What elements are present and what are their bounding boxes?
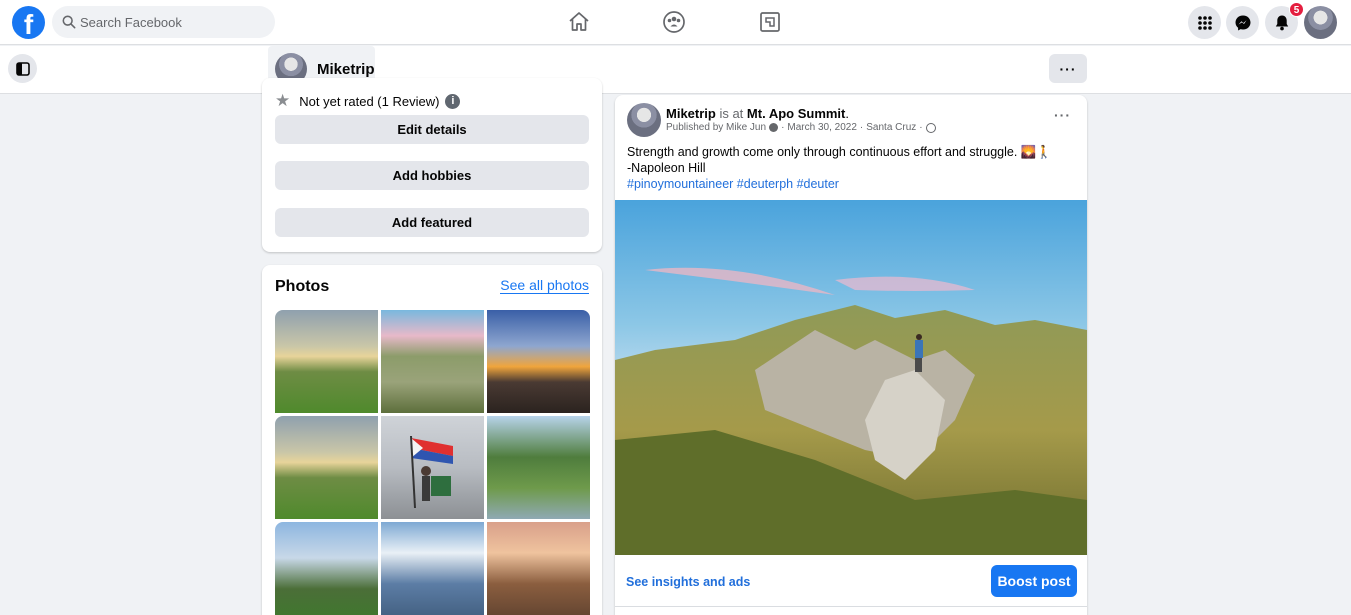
more-options-button[interactable]: ···	[1049, 54, 1087, 83]
page-header-bar: Miketrip ···	[0, 46, 1351, 94]
user-icon	[769, 123, 779, 132]
post-header: Miketrip is at Mt. Apo Summit.	[666, 106, 849, 121]
post-date[interactable]: March 30, 2022	[787, 122, 857, 133]
boost-post-button[interactable]: Boost post	[991, 565, 1077, 597]
photos-heading: Photos	[275, 278, 330, 295]
photo-thumbnail[interactable]	[381, 310, 484, 413]
intro-card: ★ Not yet rated (1 Review) i Edit detail…	[262, 78, 602, 252]
search-input[interactable]: Search Facebook	[52, 6, 275, 38]
published-by: Published by Mike Jun	[666, 122, 767, 133]
menu-button[interactable]	[1188, 6, 1221, 39]
post-author-name[interactable]: Miketrip	[666, 106, 716, 121]
photo-thumbnail[interactable]	[487, 416, 590, 519]
post-place: Santa Cruz	[866, 122, 917, 133]
home-icon[interactable]	[567, 10, 591, 34]
post-location[interactable]: Mt. Apo Summit	[747, 106, 845, 121]
photos-card: Photos See all photos	[262, 265, 602, 615]
messenger-button[interactable]	[1226, 6, 1259, 39]
grid-menu-icon	[1197, 15, 1212, 30]
page-rating: ★ Not yet rated (1 Review) i	[275, 91, 461, 111]
add-hobbies-button[interactable]: Add hobbies	[275, 161, 589, 190]
post-meta: Published by Mike Jun · March 30, 2022 ·…	[666, 122, 936, 133]
post-is-at: is at	[715, 106, 747, 121]
star-icon: ★	[275, 91, 291, 110]
photo-thumbnail[interactable]	[275, 522, 378, 615]
messenger-icon	[1235, 15, 1250, 30]
see-insights-link[interactable]: See insights and ads	[626, 575, 750, 589]
info-icon[interactable]: i	[445, 93, 461, 109]
bell-icon	[1275, 15, 1288, 31]
photo-thumbnail[interactable]	[487, 310, 590, 413]
sidebar-panel-icon	[15, 61, 30, 76]
post-photo[interactable]	[615, 200, 1087, 555]
globe-icon	[925, 122, 936, 133]
edit-details-button[interactable]: Edit details	[275, 115, 589, 144]
photo-thumbnail[interactable]	[275, 310, 378, 413]
post-hashtags[interactable]: #pinoymountaineer #deuterph #deuter	[627, 176, 1052, 192]
photo-thumbnail[interactable]	[381, 522, 484, 615]
pages-icon[interactable]	[758, 10, 782, 34]
post-text-line: -Napoleon Hill	[627, 161, 706, 175]
search-placeholder: Search Facebook	[80, 15, 182, 30]
facebook-logo-icon[interactable]: f	[12, 6, 45, 39]
photo-thumbnail[interactable]	[381, 416, 484, 519]
top-navigation-bar: f Search Facebook 5	[0, 0, 1351, 45]
notification-badge: 5	[1289, 2, 1304, 17]
see-all-photos-link[interactable]: See all photos	[500, 277, 589, 294]
account-avatar[interactable]	[1304, 6, 1337, 39]
flag-photo-icon	[410, 435, 453, 509]
photo-thumbnail[interactable]	[275, 416, 378, 519]
page-name: Miketrip	[317, 61, 375, 78]
search-icon	[62, 15, 76, 29]
post-text: Strength and growth come only through co…	[627, 144, 1052, 192]
notifications-button[interactable]: 5	[1265, 2, 1304, 39]
post-options-button[interactable]: ···	[1054, 107, 1071, 123]
post-text-line: Strength and growth come only through co…	[627, 145, 1052, 159]
sidebar-toggle-button[interactable]	[8, 54, 37, 83]
add-featured-button[interactable]: Add featured	[275, 208, 589, 237]
groups-icon[interactable]	[662, 10, 686, 34]
post-card: Miketrip is at Mt. Apo Summit. Published…	[615, 95, 1087, 615]
post-author-avatar[interactable]	[627, 103, 661, 137]
post-divider	[615, 606, 1087, 607]
rating-text: Not yet rated (1 Review)	[299, 93, 440, 109]
photo-thumbnail[interactable]	[487, 522, 590, 615]
